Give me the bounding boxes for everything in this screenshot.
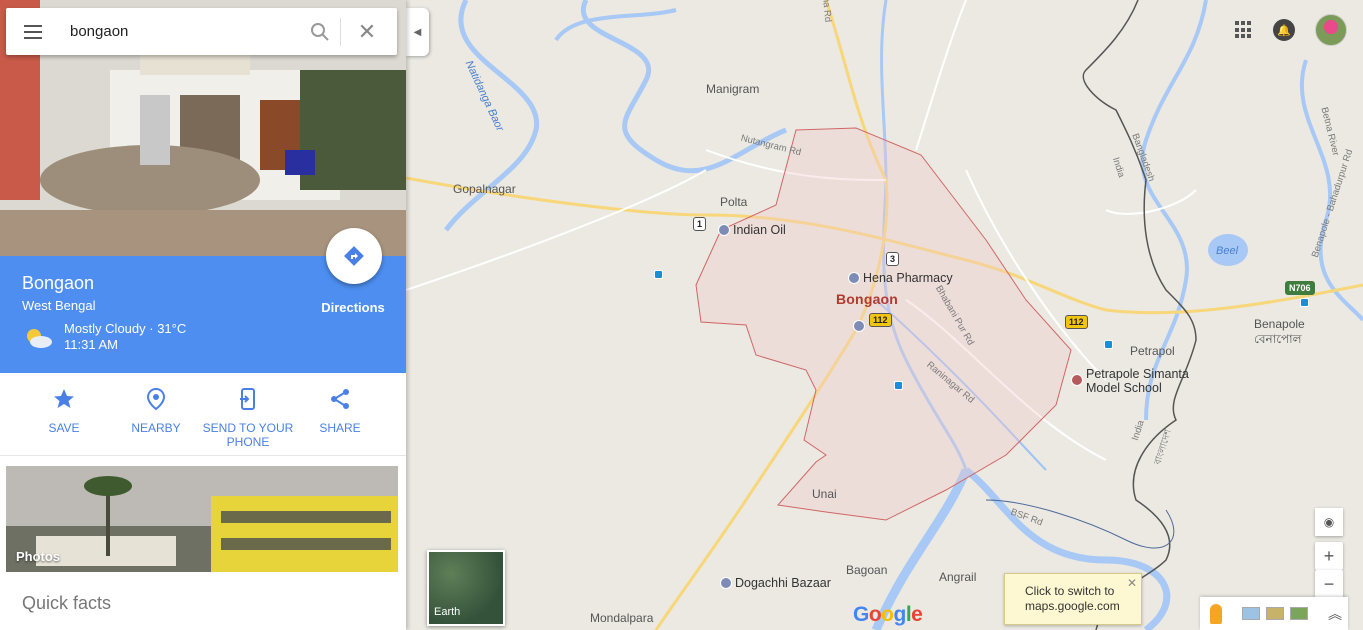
search-input[interactable] xyxy=(70,23,300,40)
save-label: SAVE xyxy=(48,421,80,435)
map-label-benapole[interactable]: Benapole xyxy=(1254,317,1305,331)
quick-facts-heading: Quick facts xyxy=(22,593,112,613)
bus-stop-icon[interactable] xyxy=(894,381,903,390)
zoom-in-button[interactable]: + xyxy=(1315,542,1343,570)
zoom-out-button[interactable]: − xyxy=(1315,570,1343,598)
map-controls: ◉ + − xyxy=(1315,508,1343,598)
plus-icon: + xyxy=(1323,545,1335,566)
place-title: Bongaon xyxy=(22,273,95,293)
map-label-mondalpara[interactable]: Mondalpara xyxy=(590,611,653,625)
share-button[interactable]: SHARE xyxy=(294,387,386,435)
account-toolbar: 🔔 xyxy=(1235,14,1347,46)
map-label-petrapole-school-1[interactable]: Petrapole Simanta xyxy=(1086,367,1189,381)
map-label-indian-oil[interactable]: Indian Oil xyxy=(733,223,786,237)
photos-label: Photos xyxy=(16,549,61,564)
map-label-bagoan[interactable]: Bagoan xyxy=(846,563,887,577)
map-label-unai[interactable]: Unai xyxy=(812,487,837,501)
tooltip-line-2: maps.google.com xyxy=(1025,599,1120,613)
poi-pin-icon[interactable] xyxy=(718,224,730,236)
clear-search-icon[interactable]: ✕ xyxy=(341,8,393,55)
map-label-beel[interactable]: Beel xyxy=(1216,245,1238,257)
map-label-angrail[interactable]: Angrail xyxy=(939,570,976,584)
imagery-thumb-icon[interactable] xyxy=(1290,607,1308,620)
share-label: SHARE xyxy=(319,421,361,435)
school-pin-icon[interactable] xyxy=(1071,374,1083,386)
home-pin-icon[interactable] xyxy=(853,320,865,332)
send-to-phone-label: SEND TO YOUR PHONE xyxy=(202,421,294,449)
my-location-button[interactable]: ◉ xyxy=(1315,508,1343,536)
menu-icon[interactable] xyxy=(6,8,60,55)
star-icon xyxy=(54,389,74,408)
map-label-manigram[interactable]: Manigram xyxy=(706,82,759,96)
nearby-icon xyxy=(146,387,166,411)
close-icon[interactable]: ✕ xyxy=(1127,576,1137,591)
route-shield-n706: N706 xyxy=(1285,281,1315,295)
avatar[interactable] xyxy=(1315,14,1347,46)
weather-text: Mostly Cloudy · 31°C xyxy=(64,321,187,336)
collapse-panel-button[interactable]: ◀ xyxy=(406,8,429,56)
map-label-benapole-bn[interactable]: বেনাপোল xyxy=(1254,331,1302,351)
map-canvas[interactable]: Manigram Gopalnagar Polta Indian Oil Hen… xyxy=(406,0,1363,630)
place-panel: ✕ Bongaon West Bengal Mostly Cloudy · 31… xyxy=(0,0,406,630)
map-label-petrapole-school-2[interactable]: Model School xyxy=(1086,381,1162,395)
map-label-bongaon[interactable]: Bongaon xyxy=(836,291,898,307)
place-region: West Bengal xyxy=(22,298,96,313)
apps-grid-icon[interactable] xyxy=(1235,21,1253,39)
google-logo: Google xyxy=(853,603,923,626)
send-to-phone-button[interactable]: SEND TO YOUR PHONE xyxy=(202,387,294,449)
directions-icon xyxy=(344,246,364,266)
pegman-icon[interactable] xyxy=(1210,603,1222,624)
route-shield-112a: 112 xyxy=(869,313,892,327)
map-label-ha-rd: ha Rd xyxy=(820,0,834,23)
route-shield-3: 3 xyxy=(886,252,900,266)
weather-time: 11:31 AM xyxy=(64,337,118,352)
imagery-thumb-icon[interactable] xyxy=(1266,607,1284,620)
notifications-bell-icon[interactable]: 🔔 xyxy=(1273,19,1295,41)
earth-label: Earth xyxy=(434,606,461,618)
minus-icon: − xyxy=(1323,573,1335,594)
bus-stop-icon[interactable] xyxy=(654,270,663,279)
nearby-label: NEARBY xyxy=(131,421,181,435)
photos-card[interactable] xyxy=(6,466,398,572)
imagery-thumb-icon[interactable] xyxy=(1242,607,1260,620)
photos-thumbnail-drawing xyxy=(6,466,398,572)
share-icon xyxy=(331,389,349,409)
bus-stop-icon[interactable] xyxy=(1104,340,1113,349)
route-shield-112b: 112 xyxy=(1065,315,1088,329)
poi-pin-icon[interactable] xyxy=(720,577,732,589)
partly-cloudy-icon xyxy=(27,329,52,348)
save-button[interactable]: SAVE xyxy=(18,387,110,435)
maps-app: Manigram Gopalnagar Polta Indian Oil Hen… xyxy=(0,0,1363,630)
route-shield-1: 1 xyxy=(693,217,707,231)
tooltip-line-1: Click to switch to xyxy=(1025,584,1115,598)
bus-stop-icon[interactable] xyxy=(1300,298,1309,307)
map-label-polta[interactable]: Polta xyxy=(720,195,747,209)
expand-icon[interactable]: ︽ xyxy=(1328,604,1342,624)
my-location-icon: ◉ xyxy=(1323,515,1335,529)
switch-to-maps-tooltip[interactable]: ✕ Click to switch to maps.google.com xyxy=(1004,573,1142,625)
directions-label[interactable]: Directions xyxy=(310,300,396,315)
place-actions: SAVE NEARBY SEND TO YOUR PHONE SHARE xyxy=(0,373,406,456)
imagery-bar: ︽ xyxy=(1200,597,1348,630)
search-icon[interactable] xyxy=(300,8,340,55)
poi-pin-icon[interactable] xyxy=(848,272,860,284)
chevron-left-icon: ◀ xyxy=(413,26,422,38)
send-to-phone-icon xyxy=(240,388,255,410)
search-box: ✕ xyxy=(6,8,397,55)
map-label-dogachhi-bazaar[interactable]: Dogachhi Bazaar xyxy=(735,576,831,590)
earth-view-toggle[interactable]: Earth xyxy=(427,550,505,626)
directions-button[interactable] xyxy=(326,228,382,284)
map-label-hena-pharmacy[interactable]: Hena Pharmacy xyxy=(863,271,953,285)
map-label-gopalnagar[interactable]: Gopalnagar xyxy=(453,182,516,196)
nearby-button[interactable]: NEARBY xyxy=(110,387,202,435)
map-label-petrapol[interactable]: Petrapol xyxy=(1130,344,1175,358)
